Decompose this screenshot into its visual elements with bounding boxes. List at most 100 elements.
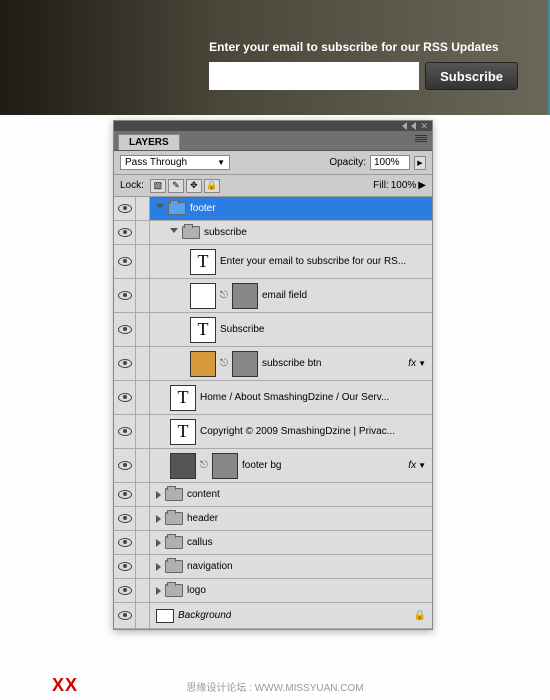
panel-menu-icon[interactable] xyxy=(415,135,427,145)
disclosure-icon[interactable] xyxy=(156,491,161,499)
visibility-toggle[interactable] xyxy=(114,381,136,414)
link-cell xyxy=(136,531,150,554)
fill-flyout-icon[interactable]: ▶ xyxy=(418,180,426,191)
link-cell xyxy=(136,313,150,346)
eye-icon xyxy=(118,359,132,368)
layer-name: callus xyxy=(187,537,213,548)
eye-icon xyxy=(118,393,132,402)
disclosure-icon[interactable] xyxy=(170,228,178,237)
layer-name: email field xyxy=(262,290,307,301)
lock-icon: 🔒 xyxy=(414,610,426,621)
layer-group-header[interactable]: header xyxy=(114,507,432,531)
lock-label: Lock: xyxy=(120,180,144,191)
layer-footer-bg[interactable]: ⎋ footer bg fx▼ xyxy=(114,449,432,483)
visibility-toggle[interactable] xyxy=(114,483,136,506)
link-icon: ⎋ xyxy=(200,460,208,471)
opacity-input[interactable]: 100% xyxy=(370,155,410,170)
visibility-toggle[interactable] xyxy=(114,347,136,380)
mask-thumb xyxy=(232,351,258,377)
credit-text: 思缘设计论坛 : WWW.MISSYUAN.COM xyxy=(0,679,550,694)
lock-all-icon[interactable]: 🔒 xyxy=(204,179,220,193)
email-input[interactable] xyxy=(209,62,419,90)
layer-thumb xyxy=(156,609,174,623)
lock-pixels-icon[interactable]: ✎ xyxy=(168,179,184,193)
blend-mode-select[interactable]: Pass Through ▼ xyxy=(120,155,230,170)
layer-text-nav[interactable]: T Home / About SmashingDzine / Our Serv.… xyxy=(114,381,432,415)
eye-icon xyxy=(118,228,132,237)
layer-name: Subscribe xyxy=(220,324,264,335)
layer-group-navigation[interactable]: navigation xyxy=(114,555,432,579)
eye-icon xyxy=(118,611,132,620)
layer-name: Home / About SmashingDzine / Our Serv... xyxy=(200,392,389,403)
collapse-icon[interactable] xyxy=(402,122,407,130)
visibility-toggle[interactable] xyxy=(114,555,136,578)
opacity-flyout-icon[interactable]: ▶ xyxy=(414,156,426,170)
disclosure-icon[interactable] xyxy=(156,204,164,213)
collapse-icon-2[interactable] xyxy=(411,122,416,130)
visibility-toggle[interactable] xyxy=(114,279,136,312)
subscribe-button[interactable]: Subscribe xyxy=(425,62,518,90)
fx-indicator[interactable]: fx▼ xyxy=(408,358,426,369)
visibility-toggle[interactable] xyxy=(114,579,136,602)
opacity-label: Opacity: xyxy=(329,157,366,168)
chevron-down-icon: ▼ xyxy=(217,158,225,167)
link-icon: ⎋ xyxy=(220,358,228,369)
layer-subscribe-btn[interactable]: ⎋ subscribe btn fx▼ xyxy=(114,347,432,381)
link-cell xyxy=(136,221,150,244)
folder-icon xyxy=(165,584,183,597)
lock-position-icon[interactable]: ✥ xyxy=(186,179,202,193)
layer-group-content[interactable]: content xyxy=(114,483,432,507)
mask-thumb xyxy=(232,283,258,309)
visibility-toggle[interactable] xyxy=(114,245,136,278)
disclosure-icon[interactable] xyxy=(156,539,161,547)
layer-email-field[interactable]: ⎋ email field xyxy=(114,279,432,313)
disclosure-icon[interactable] xyxy=(156,587,161,595)
eye-icon xyxy=(118,586,132,595)
layer-group-footer[interactable]: footer xyxy=(114,197,432,221)
lock-transparency-icon[interactable]: ▧ xyxy=(150,179,166,193)
rss-banner: Enter your email to subscribe for our RS… xyxy=(0,0,550,115)
tab-layers[interactable]: LAYERS xyxy=(118,134,180,150)
disclosure-icon[interactable] xyxy=(156,563,161,571)
fill-input[interactable]: 100% xyxy=(391,180,417,191)
fx-indicator[interactable]: fx▼ xyxy=(408,460,426,471)
layer-text-copyright[interactable]: T Copyright © 2009 SmashingDzine | Priva… xyxy=(114,415,432,449)
folder-icon xyxy=(165,536,183,549)
layer-group-logo[interactable]: logo xyxy=(114,579,432,603)
link-cell xyxy=(136,415,150,448)
layer-background[interactable]: Background 🔒 xyxy=(114,603,432,629)
link-cell xyxy=(136,279,150,312)
visibility-toggle[interactable] xyxy=(114,449,136,482)
close-icon[interactable]: ✕ xyxy=(420,122,428,131)
layer-name: header xyxy=(187,513,218,524)
link-cell xyxy=(136,507,150,530)
layer-text-subscribe[interactable]: T Subscribe xyxy=(114,313,432,347)
type-thumb: T xyxy=(170,385,196,411)
visibility-toggle[interactable] xyxy=(114,221,136,244)
layer-group-callus[interactable]: callus xyxy=(114,531,432,555)
blend-opacity-row: Pass Through ▼ Opacity: 100% ▶ xyxy=(114,151,432,175)
panel-topbar: ✕ xyxy=(114,121,432,131)
eye-icon xyxy=(118,427,132,436)
link-cell xyxy=(136,245,150,278)
visibility-toggle[interactable] xyxy=(114,531,136,554)
fill-label: Fill: xyxy=(373,180,389,191)
layer-thumb xyxy=(190,283,216,309)
visibility-toggle[interactable] xyxy=(114,507,136,530)
visibility-toggle[interactable] xyxy=(114,313,136,346)
eye-icon xyxy=(118,514,132,523)
link-cell xyxy=(136,483,150,506)
eye-icon xyxy=(118,490,132,499)
visibility-toggle[interactable] xyxy=(114,603,136,628)
layer-name: footer xyxy=(190,203,216,214)
layer-group-subscribe[interactable]: subscribe xyxy=(114,221,432,245)
layer-name: subscribe btn xyxy=(262,358,321,369)
link-cell xyxy=(136,603,150,628)
type-thumb: T xyxy=(190,249,216,275)
visibility-toggle[interactable] xyxy=(114,197,136,220)
link-cell xyxy=(136,347,150,380)
layer-text-enter-email[interactable]: T Enter your email to subscribe for our … xyxy=(114,245,432,279)
visibility-toggle[interactable] xyxy=(114,415,136,448)
folder-icon xyxy=(182,226,200,239)
disclosure-icon[interactable] xyxy=(156,515,161,523)
